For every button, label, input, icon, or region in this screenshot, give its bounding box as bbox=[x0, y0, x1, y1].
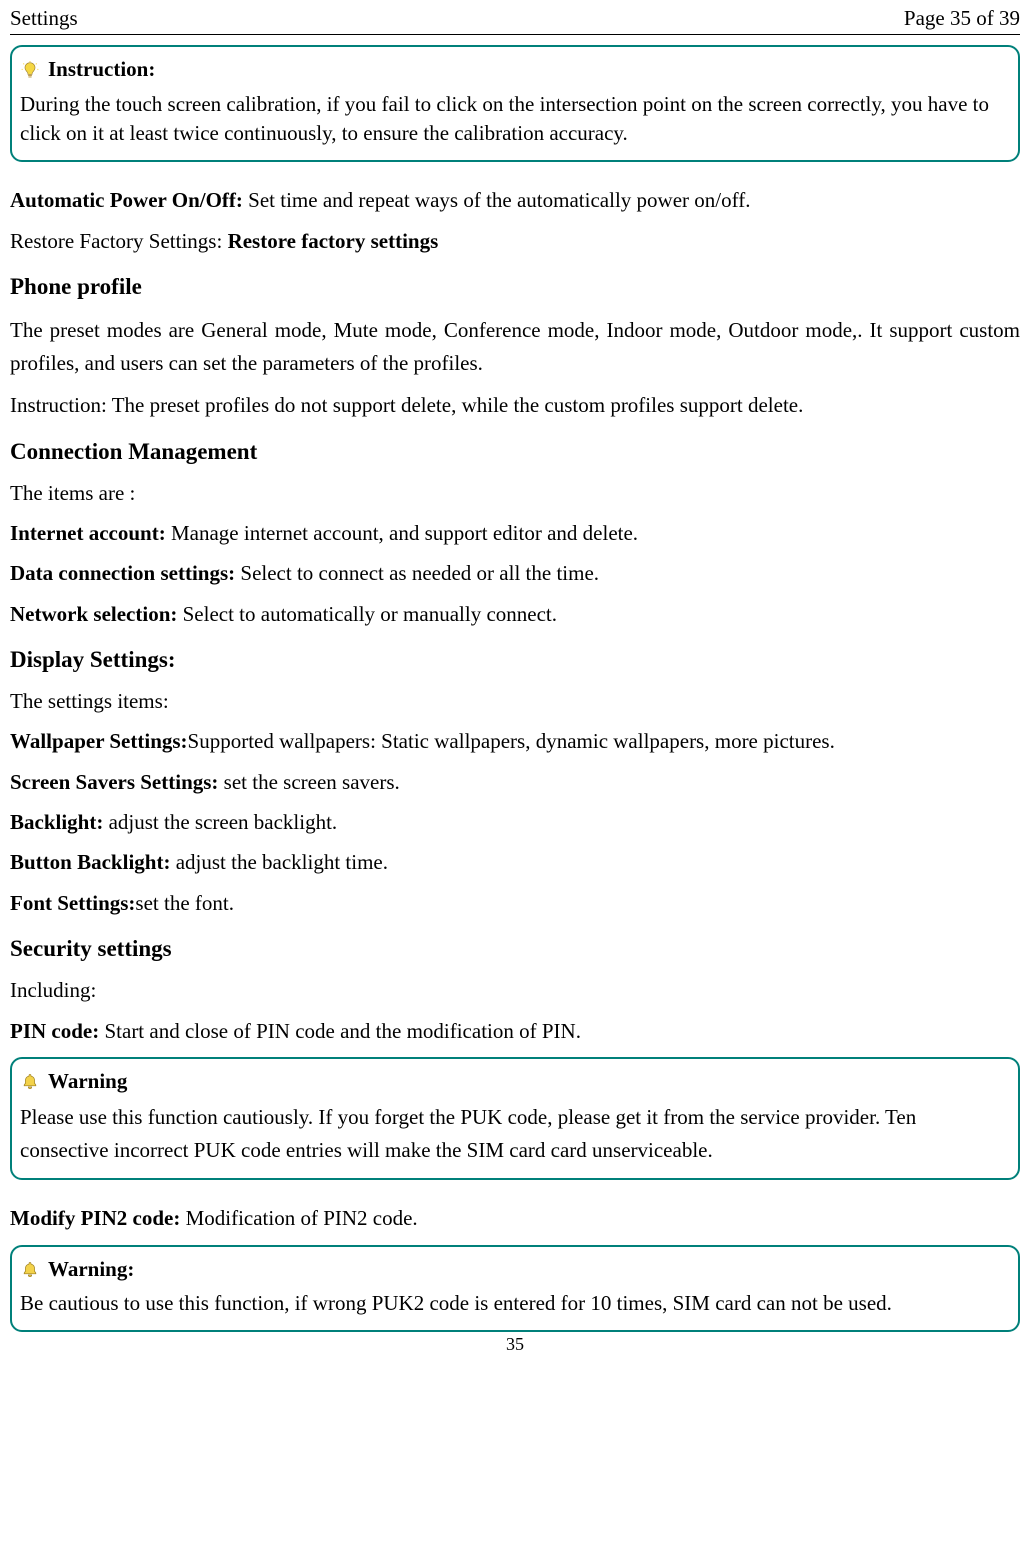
disp-item-3-text: adjust the backlight time. bbox=[176, 850, 388, 874]
auto-power-text: Set time and repeat ways of the automati… bbox=[248, 188, 750, 212]
modify-pin2-text: Modification of PIN2 code. bbox=[186, 1206, 418, 1230]
connection-mgmt-heading: Connection Management bbox=[10, 436, 1020, 467]
pin-code-text: Start and close of PIN code and the modi… bbox=[104, 1019, 580, 1043]
header-left: Settings bbox=[10, 4, 78, 32]
instruction-body: During the touch screen calibration, if … bbox=[20, 90, 1010, 149]
disp-item-3-label: Button Backlight: bbox=[10, 850, 176, 874]
modify-pin2-label: Modify PIN2 code: bbox=[10, 1206, 186, 1230]
conn-item-2: Network selection: Select to automatical… bbox=[10, 600, 1020, 628]
disp-item-1: Screen Savers Settings: set the screen s… bbox=[10, 768, 1020, 796]
conn-item-0-text: Manage internet account, and support edi… bbox=[171, 521, 638, 545]
instruction-title: Instruction: bbox=[48, 55, 155, 83]
disp-item-4-label: Font Settings: bbox=[10, 891, 135, 915]
header-right: Page 35 of 39 bbox=[904, 4, 1020, 32]
conn-item-1: Data connection settings: Select to conn… bbox=[10, 559, 1020, 587]
security-settings-heading: Security settings bbox=[10, 933, 1020, 964]
disp-item-0: Wallpaper Settings:Supported wallpapers:… bbox=[10, 727, 1020, 755]
conn-item-1-label: Data connection settings: bbox=[10, 561, 240, 585]
restore-factory-bold: Restore factory settings bbox=[228, 229, 439, 253]
auto-power-item: Automatic Power On/Off: Set time and rep… bbox=[10, 186, 1020, 214]
page-footer-number: 35 bbox=[10, 1332, 1020, 1356]
lightbulb-icon bbox=[20, 60, 40, 80]
disp-item-2: Backlight: adjust the screen backlight. bbox=[10, 808, 1020, 836]
warning-2-body: Be cautious to use this function, if wro… bbox=[20, 1289, 1010, 1318]
warning-callout-1: Warning Please use this function cautiou… bbox=[10, 1057, 1020, 1180]
modify-pin2-item: Modify PIN2 code: Modification of PIN2 c… bbox=[10, 1204, 1020, 1232]
conn-item-0-label: Internet account: bbox=[10, 521, 171, 545]
restore-factory-prefix: Restore Factory Settings: bbox=[10, 229, 228, 253]
conn-item-2-text: Select to automatically or manually conn… bbox=[183, 602, 557, 626]
disp-item-0-label: Wallpaper Settings: bbox=[10, 729, 188, 753]
security-settings-intro: Including: bbox=[10, 976, 1020, 1004]
disp-item-2-text: adjust the screen backlight. bbox=[109, 810, 338, 834]
disp-item-3: Button Backlight: adjust the backlight t… bbox=[10, 848, 1020, 876]
phone-profile-p1: The preset modes are General mode, Mute … bbox=[10, 314, 1020, 379]
instruction-callout: Instruction: During the touch screen cal… bbox=[10, 45, 1020, 162]
restore-factory-item: Restore Factory Settings: Restore factor… bbox=[10, 227, 1020, 255]
disp-item-0-text: Supported wallpapers: Static wallpapers,… bbox=[188, 729, 835, 753]
bell-icon bbox=[20, 1259, 40, 1279]
warning-1-body: Please use this function cautiously. If … bbox=[20, 1101, 1010, 1166]
warning-callout-2: Warning: Be cautious to use this functio… bbox=[10, 1245, 1020, 1333]
disp-item-4-text: set the font. bbox=[135, 891, 234, 915]
conn-item-1-text: Select to connect as needed or all the t… bbox=[240, 561, 599, 585]
pin-code-label: PIN code: bbox=[10, 1019, 104, 1043]
connection-mgmt-intro: The items are : bbox=[10, 479, 1020, 507]
auto-power-label: Automatic Power On/Off: bbox=[10, 188, 248, 212]
page-header: Settings Page 35 of 39 bbox=[10, 4, 1020, 35]
bell-icon bbox=[20, 1071, 40, 1091]
warning-1-title: Warning bbox=[48, 1067, 127, 1095]
conn-item-0: Internet account: Manage internet accoun… bbox=[10, 519, 1020, 547]
pin-code-item: PIN code: Start and close of PIN code an… bbox=[10, 1017, 1020, 1045]
disp-item-2-label: Backlight: bbox=[10, 810, 109, 834]
warning-2-title: Warning: bbox=[48, 1255, 134, 1283]
phone-profile-heading: Phone profile bbox=[10, 271, 1020, 302]
disp-item-4: Font Settings:set the font. bbox=[10, 889, 1020, 917]
display-settings-intro: The settings items: bbox=[10, 687, 1020, 715]
conn-item-2-label: Network selection: bbox=[10, 602, 183, 626]
phone-profile-p2: Instruction: The preset profiles do not … bbox=[10, 391, 1020, 419]
disp-item-1-text: set the screen savers. bbox=[224, 770, 400, 794]
display-settings-heading: Display Settings: bbox=[10, 644, 1020, 675]
disp-item-1-label: Screen Savers Settings: bbox=[10, 770, 224, 794]
